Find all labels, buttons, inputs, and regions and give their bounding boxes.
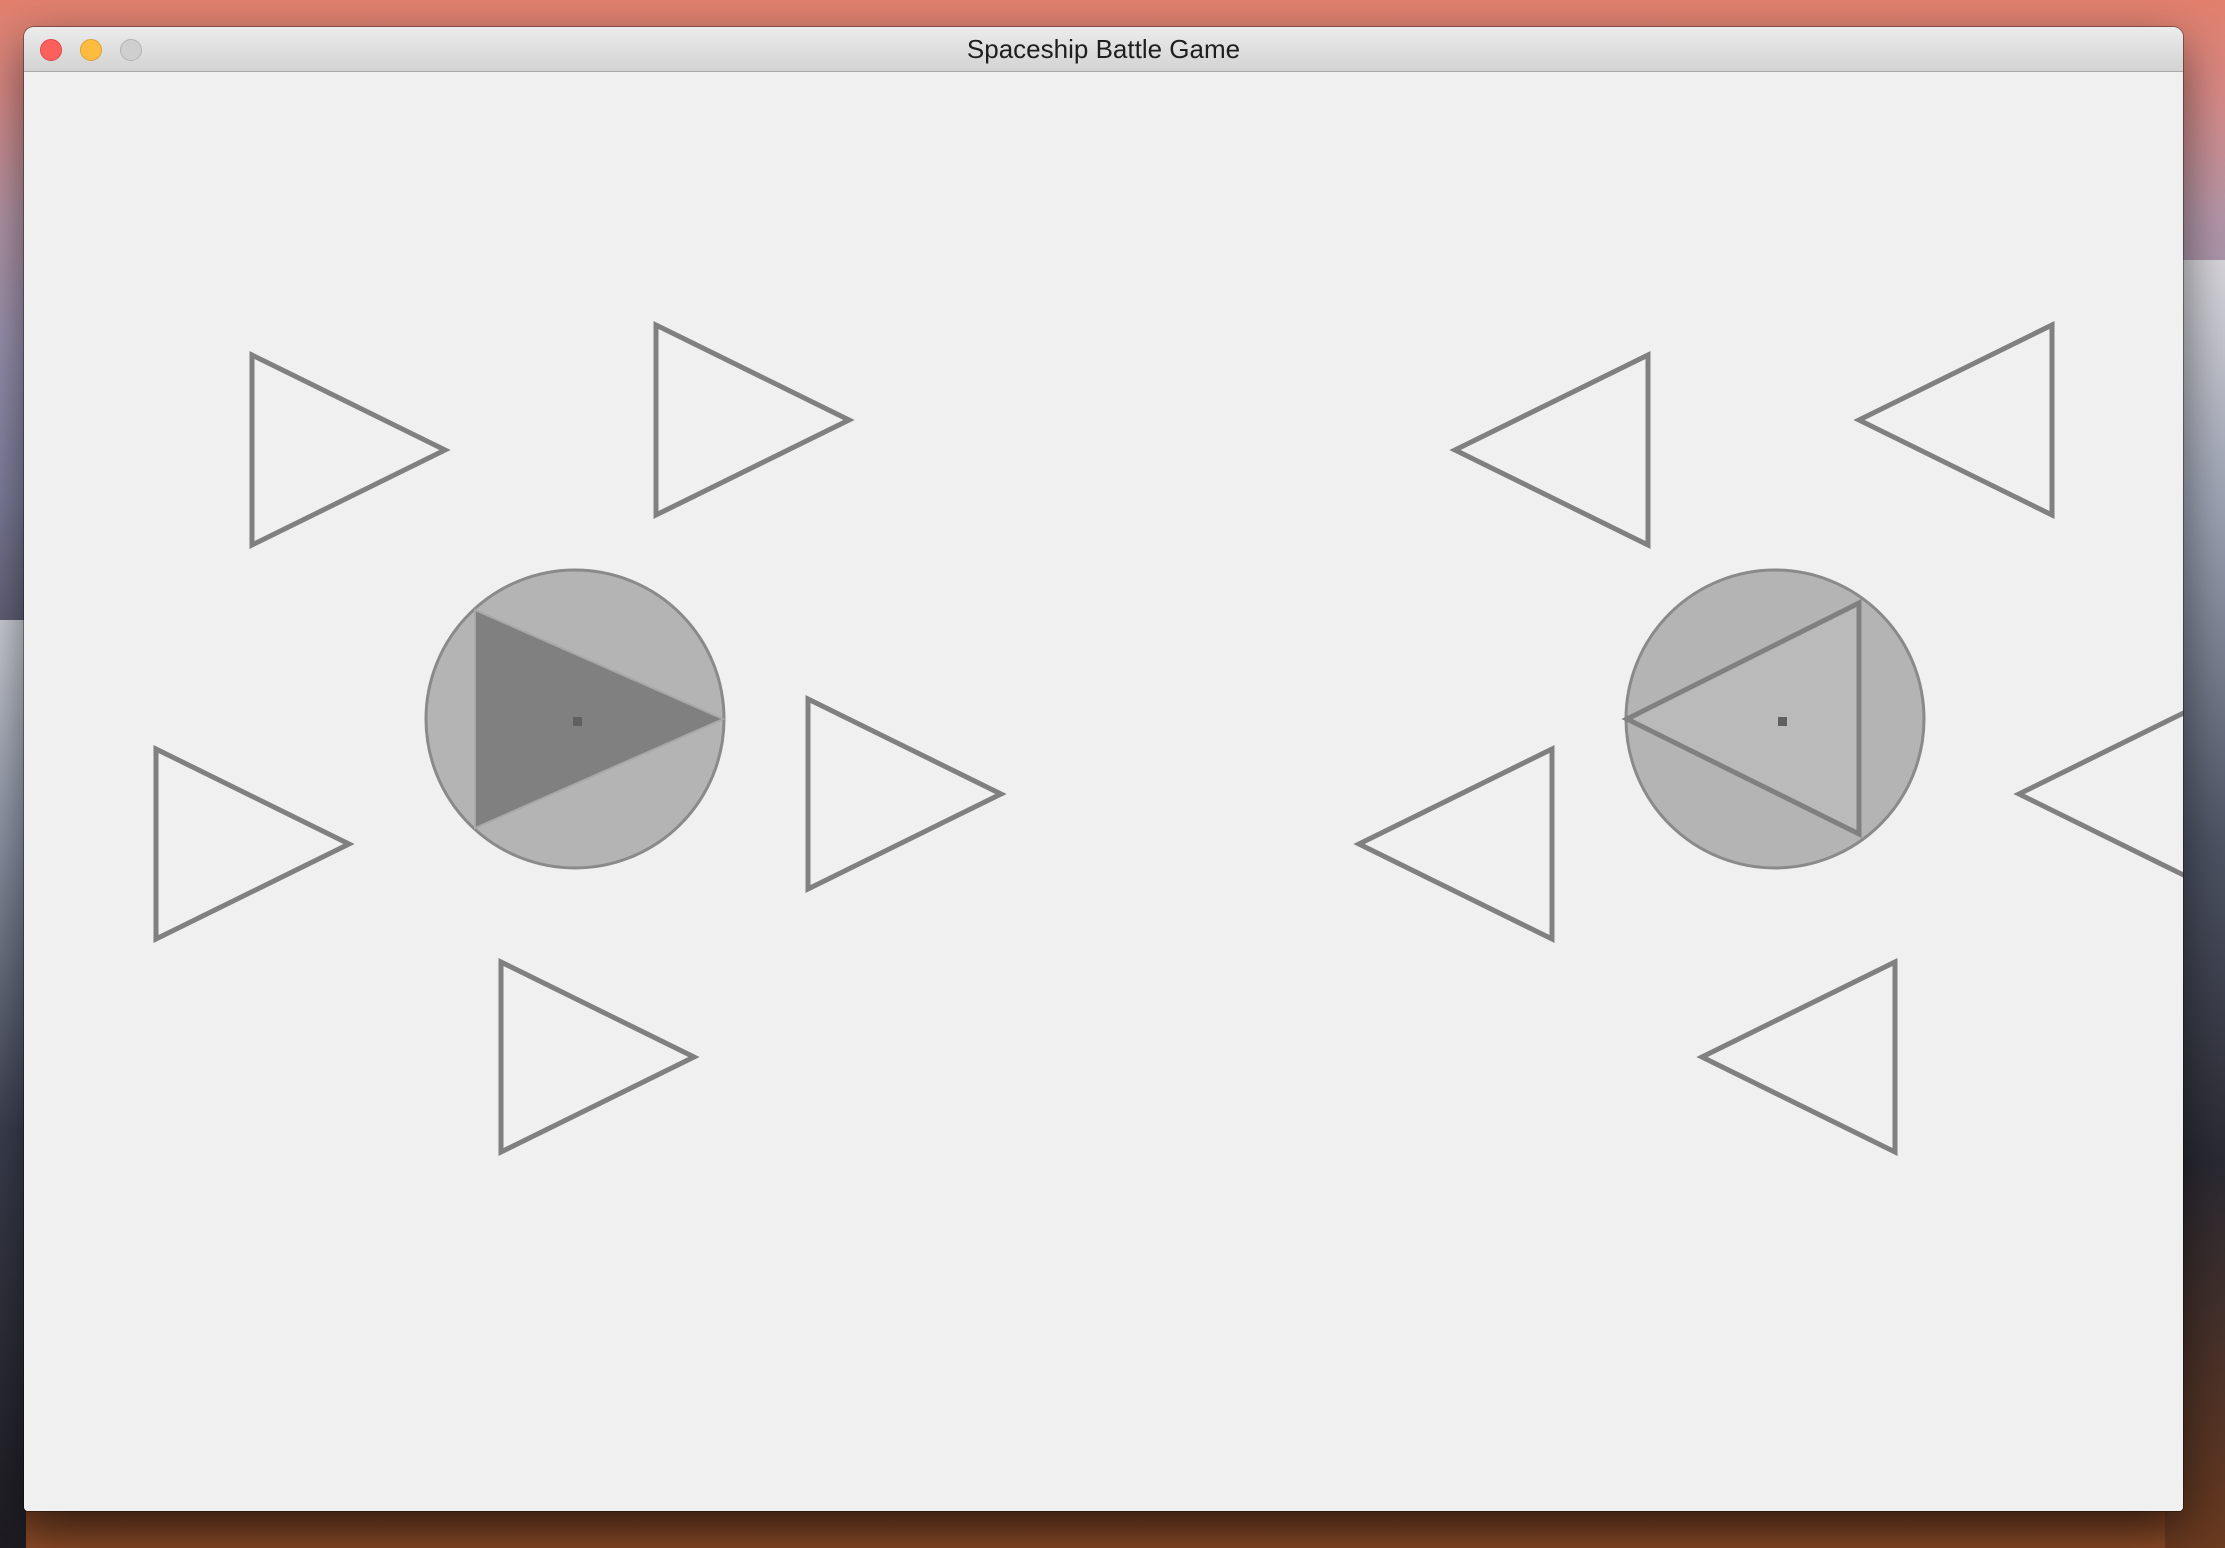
player-one-ship-1[interactable] [249, 350, 451, 550]
title-bar[interactable]: Spaceship Battle Game [24, 27, 2183, 72]
game-window: Spaceship Battle Game [24, 27, 2183, 1511]
player-one-selected-ship[interactable] [424, 568, 726, 870]
wallpaper-mountain-left [0, 620, 26, 1548]
player-two-ship-5[interactable] [1696, 957, 1898, 1157]
player-two-ship-center-marker [1778, 717, 1787, 726]
player-two-ship-3[interactable] [1353, 744, 1555, 944]
player-two-ship-4[interactable] [2013, 699, 2183, 889]
player-two-ship-1[interactable] [1449, 350, 1651, 550]
player-one-ship-5[interactable] [498, 957, 700, 1157]
game-canvas[interactable] [24, 72, 2183, 1511]
battlefield[interactable] [24, 72, 2183, 1511]
window-title: Spaceship Battle Game [966, 34, 1241, 64]
player-two-selected-ship[interactable] [1621, 568, 1926, 870]
player-one-ship-2[interactable] [653, 320, 855, 520]
player-two-ship-2[interactable] [1853, 320, 2055, 520]
player-one-ship-center-marker [573, 717, 582, 726]
player-one-ship-4[interactable] [805, 694, 1007, 894]
player-one-ship-3[interactable] [153, 744, 355, 944]
